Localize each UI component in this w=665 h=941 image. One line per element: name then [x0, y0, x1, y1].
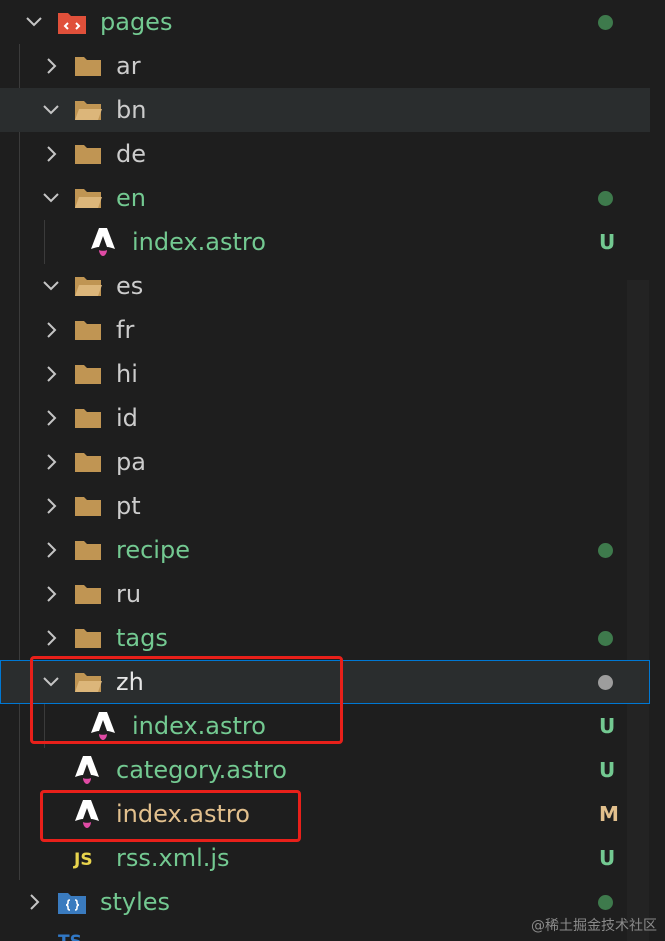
chevron-right-icon: [40, 627, 62, 649]
folder-label: styles: [100, 888, 171, 916]
chevron-down-icon: [23, 11, 45, 33]
file-row-rss-xml-js[interactable]: JS rss.xml.js U: [0, 836, 650, 880]
folder-label: fr: [116, 316, 135, 344]
folder-label: bn: [116, 96, 147, 124]
folder-icon: [73, 360, 103, 388]
folder-row-recipe[interactable]: recipe: [0, 528, 650, 572]
folder-label: recipe: [116, 536, 190, 564]
watermark: @稀土掘金技术社区: [531, 918, 657, 934]
folder-label: ar: [116, 52, 141, 80]
git-status-badge: U: [599, 714, 616, 738]
astro-icon: [72, 756, 102, 784]
folder-label: pa: [116, 448, 146, 476]
modified-dot: [598, 14, 613, 30]
modified-dot: [598, 674, 613, 690]
folder-open-icon: [73, 96, 103, 124]
folder-open-icon: [73, 184, 103, 212]
folder-row-pa[interactable]: pa: [0, 440, 650, 484]
git-status-badge: U: [599, 230, 616, 254]
folder-label: hi: [116, 360, 138, 388]
highlight-box-zh: [30, 656, 343, 744]
folder-label: id: [116, 404, 138, 432]
folder-icon: [73, 580, 103, 608]
folder-row-de[interactable]: de: [0, 132, 650, 176]
chevron-down-icon: [40, 99, 62, 121]
javascript-icon: JS: [72, 844, 102, 872]
folder-row-fr[interactable]: fr: [0, 308, 650, 352]
chevron-right-icon: [40, 451, 62, 473]
folder-row-hi[interactable]: hi: [0, 352, 650, 396]
folder-row-ru[interactable]: ru: [0, 572, 650, 616]
folder-label: ru: [116, 580, 142, 608]
folder-icon: [73, 492, 103, 520]
folder-row-tags[interactable]: tags: [0, 616, 650, 660]
chevron-right-icon: [40, 495, 62, 517]
file-label: category.astro: [116, 756, 287, 784]
file-label: rss.xml.js: [116, 844, 230, 872]
folder-icon: [73, 316, 103, 344]
folder-icon: [73, 536, 103, 564]
folder-row-en[interactable]: en: [0, 176, 650, 220]
folder-icon: [73, 140, 103, 168]
chevron-right-icon: [23, 891, 45, 913]
folder-icon: [73, 404, 103, 432]
folder-row-es[interactable]: es: [0, 264, 650, 308]
git-status-badge: U: [599, 758, 616, 782]
highlight-box-index-astro: [40, 790, 301, 842]
svg-text:JS: JS: [73, 850, 93, 870]
typescript-icon: TS: [58, 932, 82, 941]
folder-row-ar[interactable]: ar: [0, 44, 650, 88]
file-explorer-tree: pages ar bn de en index.astro U es fr hi…: [0, 0, 665, 941]
chevron-down-icon: [40, 275, 62, 297]
chevron-right-icon: [40, 363, 62, 385]
modified-dot: [598, 190, 613, 206]
git-status-badge: M: [599, 802, 619, 826]
folder-label: pt: [116, 492, 141, 520]
file-label: index.astro: [132, 228, 266, 256]
folder-label: tags: [116, 624, 168, 652]
folder-row-pages[interactable]: pages: [0, 0, 650, 44]
modified-dot: [598, 630, 613, 646]
folder-icon: [73, 624, 103, 652]
chevron-down-icon: [40, 187, 62, 209]
modified-dot: [598, 894, 613, 910]
file-row-category-astro[interactable]: category.astro U: [0, 748, 650, 792]
chevron-right-icon: [40, 407, 62, 429]
git-status-badge: U: [599, 846, 616, 870]
folder-label: en: [116, 184, 146, 212]
folder-label: de: [116, 140, 146, 168]
chevron-right-icon: [40, 319, 62, 341]
chevron-right-icon: [40, 55, 62, 77]
styles-folder-icon: [57, 888, 87, 916]
chevron-right-icon: [40, 143, 62, 165]
modified-dot: [598, 542, 613, 558]
folder-row-pt[interactable]: pt: [0, 484, 650, 528]
folder-icon: [73, 448, 103, 476]
folder-label: pages: [100, 8, 173, 36]
file-row-en-index-astro[interactable]: index.astro U: [0, 220, 650, 264]
pages-folder-icon: [57, 8, 87, 36]
chevron-right-icon: [40, 539, 62, 561]
astro-icon: [88, 228, 118, 256]
folder-row-bn[interactable]: bn: [0, 88, 650, 132]
folder-row-id[interactable]: id: [0, 396, 650, 440]
folder-open-icon: [73, 272, 103, 300]
folder-label: es: [116, 272, 144, 300]
chevron-right-icon: [40, 583, 62, 605]
folder-icon: [73, 52, 103, 80]
